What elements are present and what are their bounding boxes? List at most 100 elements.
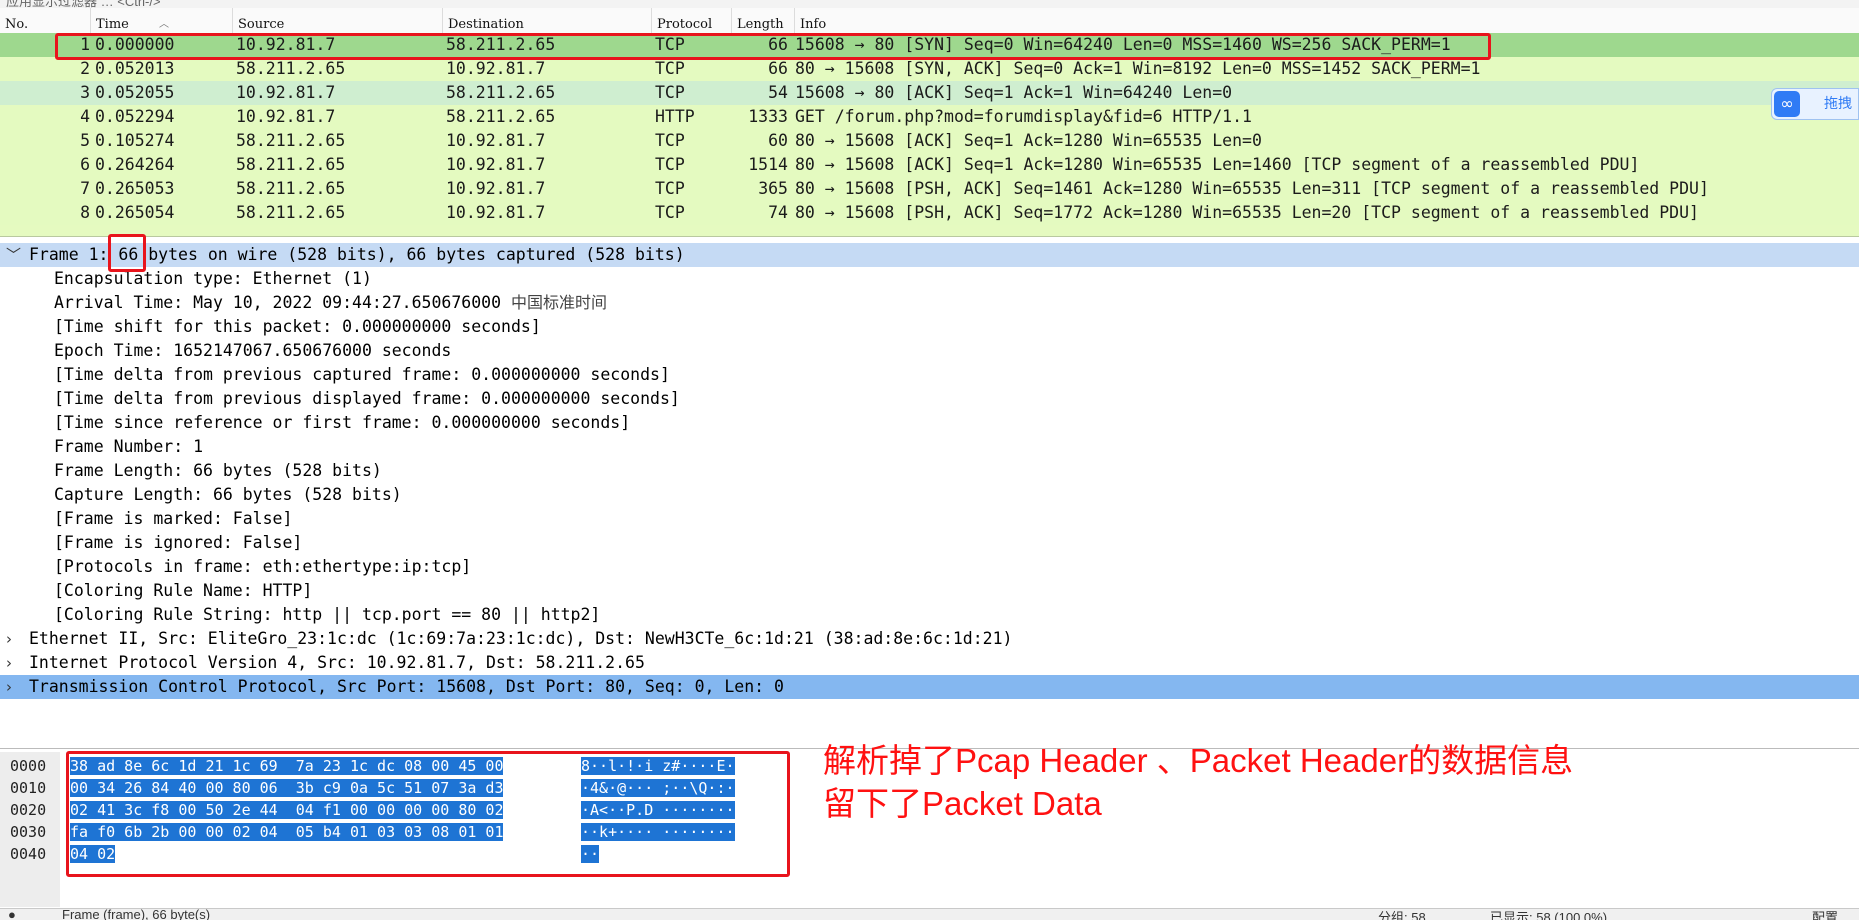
tree-item-text: Encapsulation type: Ethernet (1) <box>54 269 372 288</box>
tree-item-frame-field[interactable]: [Time delta from previous captured frame… <box>0 363 1859 387</box>
floating-drag-widget[interactable]: ∞ 拖拽 <box>1771 88 1859 120</box>
cell-protocol: TCP <box>655 155 685 174</box>
tree-item-text: [Time shift for this packet: 0.000000000… <box>54 317 541 336</box>
cell-source: 10.92.81.7 <box>236 83 336 102</box>
packet-list-header: No. Time ︿ Source Destination Protocol L… <box>0 8 1859 34</box>
cell-destination: 10.92.81.7 <box>446 155 546 174</box>
cell-no: 7 <box>80 179 90 198</box>
tree-item-frame-field[interactable]: [Time shift for this packet: 0.000000000… <box>0 315 1859 339</box>
status-field-info: Frame (frame), 66 byte(s) <box>62 908 211 920</box>
arrival-timezone: 中国标准时间 <box>510 293 607 312</box>
packet-row[interactable]: 8 0.265054 58.211.2.65 10.92.81.7 TCP 74 80 → … <box>0 201 1859 225</box>
tree-item-text: [Time delta from previous captured frame… <box>54 365 670 384</box>
cell-protocol: TCP <box>655 203 685 222</box>
tree-item-text: Transmission Control Protocol, Src Port:… <box>29 677 784 696</box>
annotation-box-packet-data <box>66 751 790 877</box>
cell-length: 1333 <box>748 107 788 126</box>
packet-row[interactable]: 4 0.052294 10.92.81.7 58.211.2.65 HTTP 1333 GE… <box>0 105 1859 129</box>
cell-time: 0.264264 <box>95 155 175 174</box>
cell-source: 58.211.2.65 <box>236 203 346 222</box>
status-profile: 配置 <box>1812 910 1839 920</box>
tree-item-frame-field[interactable]: [Coloring Rule String: http || tcp.port … <box>0 603 1859 627</box>
tree-item-text: Frame Length: 66 bytes (528 bits) <box>54 461 382 480</box>
tree-item-frame-field[interactable]: Arrival Time: May 10, 2022 09:44:27.6506… <box>0 291 1859 315</box>
frame-suffix: bytes on wire (528 bits), 66 bytes captu… <box>138 245 685 264</box>
cell-destination: 10.92.81.7 <box>446 131 546 150</box>
cell-source: 58.211.2.65 <box>236 179 346 198</box>
tree-item-frame-field[interactable]: Epoch Time: 1652147067.650676000 seconds <box>0 339 1859 363</box>
cell-info: 80 → 15608 [PSH, ACK] Seq=1461 Ack=1280 … <box>795 179 1709 198</box>
tree-item-text: [Protocols in frame: eth:ethertype:ip:tc… <box>54 557 472 576</box>
tree-item-text: Internet Protocol Version 4, Src: 10.92.… <box>29 653 645 672</box>
cell-length: 54 <box>768 83 788 102</box>
tree-item-frame-field[interactable]: [Frame is ignored: False] <box>0 531 1859 555</box>
tree-item-frame-field[interactable]: [Protocols in frame: eth:ethertype:ip:tc… <box>0 555 1859 579</box>
tree-item-frame-field[interactable]: [Time delta from previous displayed fram… <box>0 387 1859 411</box>
byte-offset: 0010 <box>10 779 47 797</box>
expand-chevron-icon[interactable]: › <box>6 675 24 699</box>
annotation-text-line-2: 留下了Packet Data <box>823 785 1102 822</box>
tree-item-text: Frame Number: 1 <box>54 437 204 456</box>
partial-row <box>0 225 1859 236</box>
tree-item-frame-field[interactable]: [Coloring Rule Name: HTTP] <box>0 579 1859 603</box>
expand-chevron-icon[interactable]: › <box>6 651 24 675</box>
floating-widget-label: 拖拽 <box>1824 96 1852 112</box>
column-header-destination[interactable]: Destination <box>442 8 651 33</box>
cell-destination: 58.211.2.65 <box>446 83 556 102</box>
cell-destination: 58.211.2.65 <box>446 107 556 126</box>
cell-protocol: TCP <box>655 59 685 78</box>
byte-offset: 0040 <box>10 845 47 863</box>
cell-source: 10.92.81.7 <box>236 107 336 126</box>
tree-item-ipv4[interactable]: › Internet Protocol Version 4, Src: 10.92… <box>0 651 1859 675</box>
packet-row[interactable]: 2 0.052013 58.211.2.65 10.92.81.7 TCP 66 80 → … <box>0 57 1859 81</box>
packet-row[interactable]: 7 0.265053 58.211.2.65 10.92.81.7 TCP 365 80 →… <box>0 177 1859 201</box>
column-header-no[interactable]: No. <box>0 8 90 33</box>
tree-item-frame-field[interactable]: [Frame is marked: False] <box>0 507 1859 531</box>
tree-item-frame-field[interactable]: [Time since reference or first frame: 0.… <box>0 411 1859 435</box>
cell-length: 66 <box>768 59 788 78</box>
tree-item-text: [Frame is ignored: False] <box>54 533 303 552</box>
collapse-chevron-icon[interactable]: ﹀ <box>6 243 24 267</box>
column-header-info[interactable]: Info <box>794 8 1859 33</box>
cell-destination: 10.92.81.7 <box>446 179 546 198</box>
tree-item-frame-field[interactable]: Encapsulation type: Ethernet (1) <box>0 267 1859 291</box>
annotation-text-line-1: 解析掉了Pcap Header 、Packet Header的数据信息 <box>823 742 1574 779</box>
byte-offset: 0020 <box>10 801 47 819</box>
tree-item-text: [Frame is marked: False] <box>54 509 293 528</box>
cell-destination: 10.92.81.7 <box>446 59 546 78</box>
packet-row[interactable]: 3 0.052055 10.92.81.7 58.211.2.65 TCP 54 15608… <box>0 81 1859 105</box>
cell-length: 365 <box>758 179 788 198</box>
packet-list[interactable]: 1 0.000000 10.92.81.7 58.211.2.65 TCP 66 15608… <box>0 33 1859 237</box>
tree-item-tcp[interactable]: › Transmission Control Protocol, Src Port… <box>0 675 1859 699</box>
tree-item-text: Capture Length: 66 bytes (528 bits) <box>54 485 402 504</box>
cloud-link-icon: ∞ <box>1774 91 1800 117</box>
cell-info: 15608 → 80 [ACK] Seq=1 Ack=1 Win=64240 L… <box>795 83 1233 102</box>
tree-item-text: [Coloring Rule String: http || tcp.port … <box>54 605 601 624</box>
cell-length: 74 <box>768 203 788 222</box>
status-bar: ● Frame (frame), 66 byte(s) 分组: 58 已显示: … <box>0 908 1859 920</box>
cell-time: 0.265053 <box>95 179 175 198</box>
tree-item-frame-field[interactable]: Capture Length: 66 bytes (528 bits) <box>0 483 1859 507</box>
cell-time: 0.052013 <box>95 59 175 78</box>
tree-item-frame[interactable]: ﹀ Frame 1: 66 bytes on wire (528 bits), … <box>0 243 1859 267</box>
tree-item-text: Ethernet II, Src: EliteGro_23:1c:dc (1c:… <box>29 629 1013 648</box>
packet-row[interactable]: 5 0.105274 58.211.2.65 10.92.81.7 TCP 60 80 → … <box>0 129 1859 153</box>
annotation-box-frame-bytes <box>108 234 146 272</box>
tree-item-text: [Time since reference or first frame: 0.… <box>54 413 631 432</box>
packet-row[interactable]: 6 0.264264 58.211.2.65 10.92.81.7 TCP 1514 80 … <box>0 153 1859 177</box>
column-header-source[interactable]: Source <box>232 8 442 33</box>
column-header-length[interactable]: Length <box>731 8 794 33</box>
cell-info: GET /forum.php?mod=forumdisplay&fid=6 HT… <box>795 107 1252 126</box>
cell-source: 58.211.2.65 <box>236 59 346 78</box>
tree-item-frame-field[interactable]: Frame Number: 1 <box>0 435 1859 459</box>
cell-source: 58.211.2.65 <box>236 155 346 174</box>
column-header-protocol[interactable]: Protocol <box>651 8 731 33</box>
annotation-box-first-packet <box>55 33 1491 60</box>
packet-details-pane[interactable]: ﹀ Frame 1: 66 bytes on wire (528 bits), … <box>0 239 1859 749</box>
tree-item-frame-field[interactable]: Frame Length: 66 bytes (528 bits) <box>0 459 1859 483</box>
tree-item-ethernet[interactable]: › Ethernet II, Src: EliteGro_23:1c:dc (1c… <box>0 627 1859 651</box>
expand-chevron-icon[interactable]: › <box>6 627 24 651</box>
sort-ascending-icon: ︿ <box>159 19 169 30</box>
cell-time: 0.052055 <box>95 83 175 102</box>
frame-prefix: Frame 1: <box>29 245 119 264</box>
